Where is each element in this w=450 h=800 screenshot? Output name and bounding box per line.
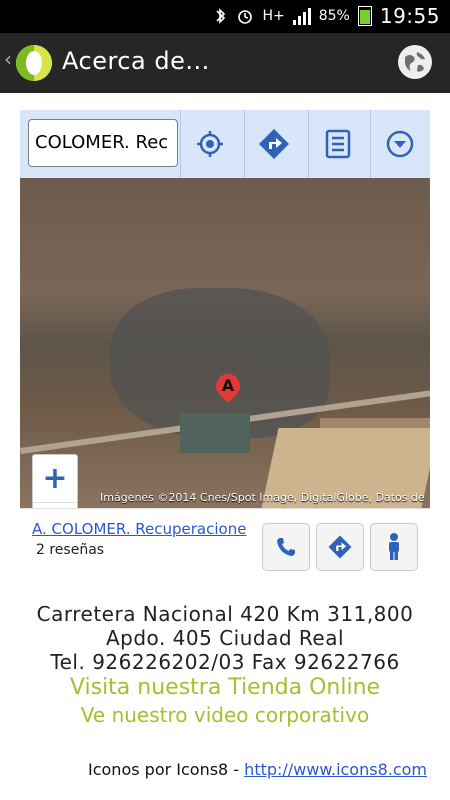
list-icon bbox=[325, 129, 351, 159]
action-bar: ‹ Acerca de... bbox=[0, 33, 450, 93]
icon-credits: Iconos por Icons8 - http://www.icons8.co… bbox=[88, 760, 427, 779]
status-icons: H+ 85% 19:55 bbox=[214, 4, 440, 28]
map-marker-label: A bbox=[221, 376, 235, 395]
list-button[interactable] bbox=[308, 110, 367, 178]
page-title: Acerca de... bbox=[62, 47, 210, 75]
network-type: H+ bbox=[262, 8, 285, 24]
directions-button[interactable] bbox=[244, 110, 303, 178]
map-marker-pin[interactable]: A bbox=[211, 369, 245, 403]
globe-icon[interactable] bbox=[398, 45, 432, 79]
person-icon bbox=[389, 533, 399, 560]
place-info-bar: A. COLOMER. Recuperacione 2 reseñas bbox=[20, 508, 430, 583]
phone-fax-line: Tel. 926226202/03 Fax 92622766 bbox=[50, 650, 400, 674]
status-bar: H+ 85% 19:55 bbox=[0, 0, 450, 33]
my-location-button[interactable] bbox=[180, 110, 239, 178]
online-store-link[interactable]: Visita nuestra Tienda Online bbox=[0, 674, 450, 702]
alarm-icon bbox=[238, 10, 253, 24]
company-info: Carretera Nacional 420 Km 311,800 Apdo. … bbox=[0, 602, 450, 728]
place-directions-button[interactable] bbox=[316, 523, 364, 571]
reviews-count[interactable]: 2 reseñas bbox=[36, 542, 104, 558]
signal-icon bbox=[292, 7, 311, 25]
map-search-input[interactable]: COLOMER. Rec bbox=[28, 119, 178, 167]
address-line-2: Apdo. 405 Ciudad Real bbox=[105, 626, 345, 650]
icons8-link[interactable]: http://www.icons8.com bbox=[244, 760, 427, 779]
directions-icon bbox=[259, 129, 289, 159]
street-view-button[interactable] bbox=[370, 523, 418, 571]
directions-icon bbox=[328, 535, 352, 559]
location-icon bbox=[197, 131, 223, 157]
phone-icon bbox=[277, 538, 295, 556]
zoom-controls: + − bbox=[32, 454, 78, 508]
map-attribution: Imágenes ©2014 Cnes/Spot Image, DigitalG… bbox=[100, 491, 425, 504]
battery-percent: 85% bbox=[318, 8, 350, 24]
more-button[interactable] bbox=[370, 110, 429, 178]
address-line-1: Carretera Nacional 420 Km 311,800 bbox=[36, 602, 414, 626]
credits-text: Iconos por Icons8 - bbox=[88, 760, 245, 779]
bluetooth-icon bbox=[216, 8, 226, 24]
clock: 19:55 bbox=[379, 4, 440, 28]
battery-icon bbox=[357, 6, 372, 26]
satellite-map[interactable]: A + − Imágenes ©2014 Cnes/Spot Image, Di… bbox=[20, 178, 430, 508]
call-button[interactable] bbox=[262, 523, 310, 571]
map-toolbar: COLOMER. Rec bbox=[20, 110, 430, 179]
more-icon bbox=[386, 130, 414, 158]
corporate-video-link[interactable]: Ve nuestro video corporativo bbox=[0, 702, 450, 728]
map-building bbox=[180, 413, 250, 453]
app-logo[interactable] bbox=[16, 45, 52, 81]
map-card: COLOMER. Rec A + Imágenes ©2014 Cnes/Spo… bbox=[20, 110, 430, 583]
zoom-in-button[interactable]: + bbox=[33, 455, 77, 503]
place-name-link[interactable]: A. COLOMER. Recuperacione bbox=[32, 520, 250, 538]
back-chevron-icon[interactable]: ‹ bbox=[4, 47, 12, 71]
